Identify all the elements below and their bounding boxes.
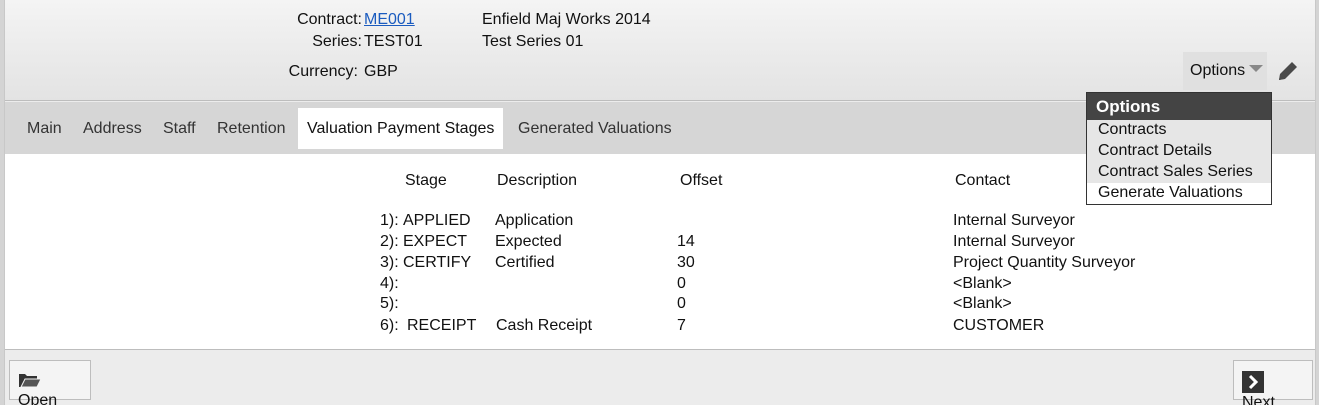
row-stage: EXPECT xyxy=(403,233,468,250)
row-stage: APPLIED xyxy=(403,212,471,229)
currency-label: Currency: xyxy=(288,63,358,80)
column-header-description: Description xyxy=(497,172,578,189)
table-row: 4): 0 <Blank> xyxy=(5,275,1315,296)
row-offset: 7 xyxy=(677,317,686,334)
tab-retention[interactable]: Retention xyxy=(208,108,295,149)
row-description: Cash Receipt xyxy=(496,317,593,334)
row-offset: 0 xyxy=(677,275,686,292)
row-contact: CUSTOMER xyxy=(953,317,1045,334)
table-row: 6): RECEIPT Cash Receipt 7 CUSTOMER xyxy=(5,317,1315,338)
options-button[interactable]: Options xyxy=(1183,52,1267,90)
chevron-right-icon xyxy=(1242,371,1264,393)
row-contact: <Blank> xyxy=(953,295,1012,312)
table-row: 5): 0 <Blank> xyxy=(5,295,1315,316)
series-name: Test Series 01 xyxy=(482,33,584,50)
currency-value: GBP xyxy=(364,63,398,80)
series-value: TEST01 xyxy=(364,33,423,50)
table-row: 2): EXPECT Expected 14 Internal Surveyor xyxy=(5,233,1315,254)
row-offset: 14 xyxy=(677,233,695,250)
row-contact: Internal Surveyor xyxy=(953,212,1075,229)
dropdown-title: Options xyxy=(1087,93,1271,120)
contract-window: Contract: ME001 Enfield Maj Works 2014 S… xyxy=(4,0,1316,405)
table-row: 1): APPLIED Application Internal Surveyo… xyxy=(5,212,1315,233)
options-dropdown-menu: Options Contracts Contract Details Contr… xyxy=(1086,92,1272,205)
tab-main[interactable]: Main xyxy=(18,108,71,149)
header-panel: Contract: ME001 Enfield Maj Works 2014 S… xyxy=(5,0,1315,101)
row-description: Expected xyxy=(495,233,562,250)
next-button[interactable]: Next xyxy=(1233,360,1313,405)
menu-item-contract-details[interactable]: Contract Details xyxy=(1087,141,1271,162)
contract-label: Contract: xyxy=(297,11,362,28)
tab-address[interactable]: Address xyxy=(74,108,151,149)
contract-link[interactable]: ME001 xyxy=(364,11,415,29)
column-header-contact: Contact xyxy=(955,172,1011,189)
next-label: Next xyxy=(1242,394,1275,405)
row-offset: 30 xyxy=(677,254,695,271)
caret-down-icon xyxy=(1249,65,1264,72)
column-header-stage: Stage xyxy=(405,172,447,189)
row-number: 1): xyxy=(380,212,399,229)
menu-item-contracts[interactable]: Contracts xyxy=(1087,120,1271,141)
options-label: Options xyxy=(1190,62,1246,79)
menu-item-generate-valuations[interactable]: Generate Valuations xyxy=(1087,183,1271,204)
menu-item-contract-sales-series[interactable]: Contract Sales Series xyxy=(1087,162,1271,183)
pencil-icon[interactable] xyxy=(1275,58,1301,84)
tab-generated-valuations[interactable]: Generated Valuations xyxy=(509,108,681,149)
row-description: Application xyxy=(495,212,574,229)
row-number: 4): xyxy=(380,275,399,292)
row-stage: CERTIFY xyxy=(403,254,472,271)
row-number: 5): xyxy=(380,295,399,312)
tab-valuation-payment-stages[interactable]: Valuation Payment Stages xyxy=(298,108,504,149)
row-number: 3): xyxy=(380,254,399,271)
table-row: 3): CERTIFY Certified 30 Project Quantit… xyxy=(5,254,1315,275)
contract-name: Enfield Maj Works 2014 xyxy=(482,11,651,28)
row-description: Certified xyxy=(495,254,555,271)
footer-bar: Open Next xyxy=(5,352,1315,405)
row-contact: Project Quantity Surveyor xyxy=(953,254,1136,271)
open-button[interactable]: Open xyxy=(9,360,91,405)
row-number: 2): xyxy=(380,233,399,250)
tab-staff[interactable]: Staff xyxy=(154,108,205,149)
row-contact: Internal Surveyor xyxy=(953,233,1075,250)
row-number: 6): xyxy=(380,317,399,334)
open-label: Open xyxy=(18,392,58,405)
row-contact: <Blank> xyxy=(953,275,1012,292)
folder-open-icon xyxy=(19,374,42,388)
row-offset: 0 xyxy=(677,295,686,312)
series-label: Series: xyxy=(312,33,362,50)
row-stage: RECEIPT xyxy=(407,317,477,334)
column-header-offset: Offset xyxy=(680,172,723,189)
